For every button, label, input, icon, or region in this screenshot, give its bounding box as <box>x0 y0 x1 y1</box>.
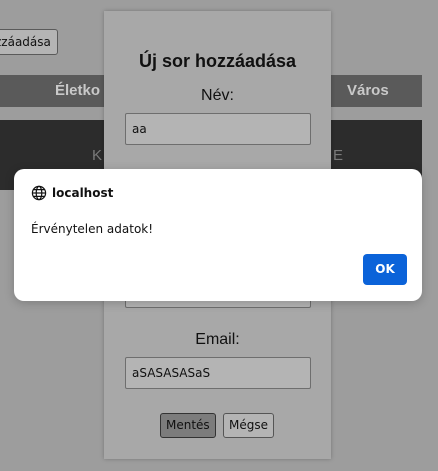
table-cell: E <box>333 147 344 164</box>
alert-dialog: localhost Érvénytelen adatok! OK <box>14 169 422 301</box>
add-row-button[interactable]: zzáadása <box>0 29 58 55</box>
alert-origin-text: localhost <box>52 186 114 200</box>
email-field[interactable]: aSASASASaS <box>125 357 311 389</box>
column-header-city: Város <box>347 82 389 99</box>
modal-title: Új sor hozzáadása <box>138 51 297 71</box>
cancel-button[interactable]: Mégse <box>223 413 274 438</box>
save-button[interactable]: Mentés <box>160 413 216 438</box>
name-label: Név: <box>201 87 234 104</box>
alert-message: Érvénytelen adatok! <box>31 222 154 236</box>
ok-button[interactable]: OK <box>363 254 407 285</box>
name-field[interactable]: aa <box>125 113 311 145</box>
globe-icon <box>31 185 47 201</box>
email-label: Email: <box>195 331 240 348</box>
column-header-age: Életko <box>55 82 101 99</box>
table-cell: K <box>92 147 103 164</box>
